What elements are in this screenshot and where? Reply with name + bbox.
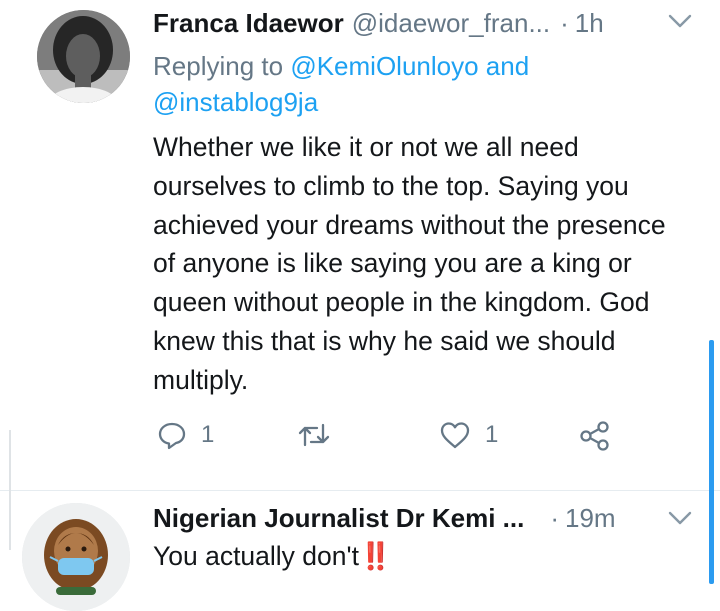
tweet-1[interactable]: Franca Idaewor @idaewor_fran... · 1h Rep…: [0, 0, 720, 490]
replying-and: and: [485, 51, 530, 81]
tweet-text: You actually don't: [153, 541, 359, 571]
like-button[interactable]: 1: [439, 420, 498, 450]
tweet-text-container: You actually don't‼️: [153, 541, 392, 572]
tweet-2[interactable]: Nigerian Journalist Dr Kemi ... · 19m Yo…: [0, 491, 720, 611]
reply-button[interactable]: 1: [157, 420, 214, 450]
share-button[interactable]: [579, 420, 611, 452]
timestamp[interactable]: 1h: [575, 8, 604, 39]
like-count: 1: [485, 421, 499, 448]
like-icon: [440, 422, 470, 449]
avatar-photo: [37, 10, 130, 103]
double-exclamation-emoji: ‼️: [358, 541, 392, 571]
avatar[interactable]: [22, 503, 130, 611]
tweet-text: Whether we like it or not we all need ou…: [153, 132, 666, 395]
share-icon: [580, 421, 609, 451]
avatar-cartoon: [22, 503, 130, 611]
author-name[interactable]: Franca Idaewor: [153, 8, 344, 39]
replying-to: Replying to @KemiOlunloyo and @instablog…: [153, 48, 673, 120]
mention-instablog9ja[interactable]: @instablog9ja: [153, 87, 318, 117]
chevron-down-icon[interactable]: [667, 12, 693, 30]
author-name[interactable]: Nigerian Journalist Dr Kemi ...: [153, 503, 524, 534]
reply-icon: [158, 422, 186, 450]
retweet-button[interactable]: [297, 420, 331, 450]
reply-count: 1: [201, 421, 215, 448]
retweet-icon: [298, 423, 330, 447]
mention-kemiolunloyo[interactable]: @KemiOlunloyo: [290, 51, 478, 81]
timestamp[interactable]: 19m: [565, 503, 616, 534]
chevron-down-icon[interactable]: [667, 509, 693, 527]
replying-prefix: Replying to: [153, 51, 284, 81]
separator-dot: ·: [560, 8, 569, 38]
tweet-actions: 1 1: [153, 420, 623, 460]
author-handle[interactable]: @idaewor_fran...: [352, 8, 550, 39]
avatar[interactable]: [37, 10, 130, 103]
separator-dot: ·: [550, 503, 559, 533]
